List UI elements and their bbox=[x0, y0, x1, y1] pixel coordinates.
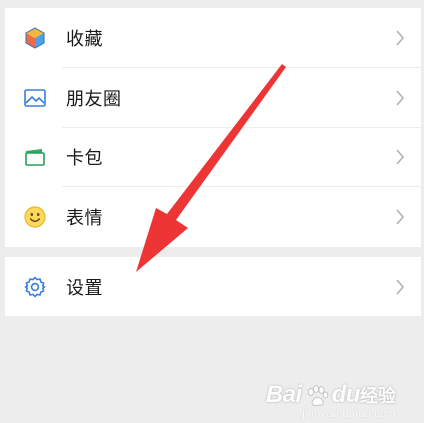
menu-group-settings: 设置 bbox=[5, 257, 421, 316]
gear-icon bbox=[24, 276, 46, 297]
favorites-cube-icon bbox=[25, 27, 45, 49]
moments-picture-icon bbox=[24, 88, 46, 107]
chevron-right-icon bbox=[396, 90, 405, 106]
paw-icon bbox=[307, 384, 328, 406]
watermark-brand: Bai du bbox=[265, 381, 361, 408]
menu-item-moments[interactable]: 朋友圈 bbox=[5, 68, 421, 128]
menu-group-main: 收藏 朋友圈 卡包 表情 bbox=[5, 8, 421, 247]
menu-item-card-wallet[interactable]: 卡包 bbox=[5, 128, 421, 188]
card-wallet-icon bbox=[25, 149, 45, 167]
menu-item-label: 表情 bbox=[66, 208, 103, 230]
chevron-right-icon bbox=[396, 278, 405, 295]
watermark-cn: 经验 bbox=[360, 386, 396, 406]
menu-item-label: 卡包 bbox=[66, 148, 103, 170]
menu-item-favorites[interactable]: 收藏 bbox=[5, 8, 421, 68]
watermark-url: jingyan.baidu.com bbox=[302, 408, 396, 420]
baidu-watermark: Bai du 经验 jingyan.baidu.com bbox=[265, 381, 396, 420]
chevron-right-icon bbox=[396, 209, 405, 225]
menu-item-label: 收藏 bbox=[66, 28, 103, 50]
menu-item-settings[interactable]: 设置 bbox=[5, 257, 421, 316]
menu-item-stickers[interactable]: 表情 bbox=[5, 187, 421, 247]
smiley-face-icon bbox=[24, 206, 46, 228]
chevron-right-icon bbox=[396, 30, 405, 46]
menu-item-label: 朋友圈 bbox=[66, 88, 122, 110]
chevron-right-icon bbox=[396, 149, 405, 165]
menu-item-label: 设置 bbox=[66, 277, 103, 299]
